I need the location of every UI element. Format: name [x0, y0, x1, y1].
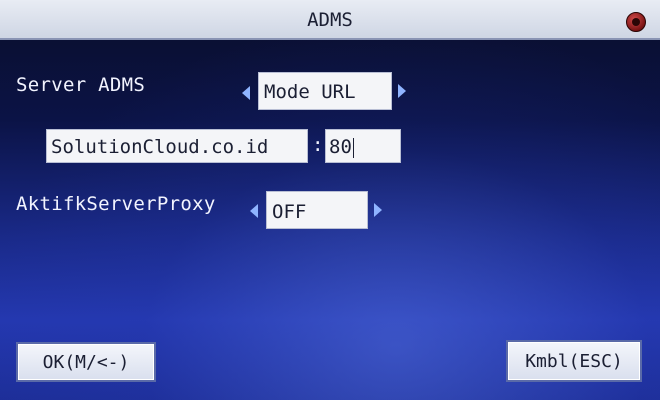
window-title: ADMS: [307, 9, 353, 31]
ok-button[interactable]: OK(M/<-): [16, 342, 156, 382]
text-caret: [352, 137, 354, 158]
title-bar: ADMS: [0, 0, 660, 40]
proxy-select[interactable]: OFF: [266, 191, 368, 229]
url-port-separator: :: [312, 134, 324, 156]
ok-button-label: OK(M/<-): [42, 352, 130, 373]
back-button-label: Kmbl(ESC): [525, 351, 623, 372]
proxy-prev-arrow-icon[interactable]: [250, 204, 258, 218]
proxy-label: AktifkServerProxy: [16, 193, 216, 215]
server-port-field[interactable]: 80: [325, 129, 401, 163]
server-url-field[interactable]: SolutionCloud.co.id: [46, 129, 308, 163]
proxy-next-arrow-icon[interactable]: [374, 203, 382, 217]
server-mode-next-arrow-icon[interactable]: [398, 84, 406, 98]
server-mode-select[interactable]: Mode URL: [258, 72, 392, 110]
back-button[interactable]: Kmbl(ESC): [506, 340, 642, 382]
server-adms-label: Server ADMS: [16, 74, 146, 96]
close-icon[interactable]: [626, 12, 646, 32]
port-value: 80: [329, 136, 352, 158]
server-mode-prev-arrow-icon[interactable]: [242, 86, 250, 100]
